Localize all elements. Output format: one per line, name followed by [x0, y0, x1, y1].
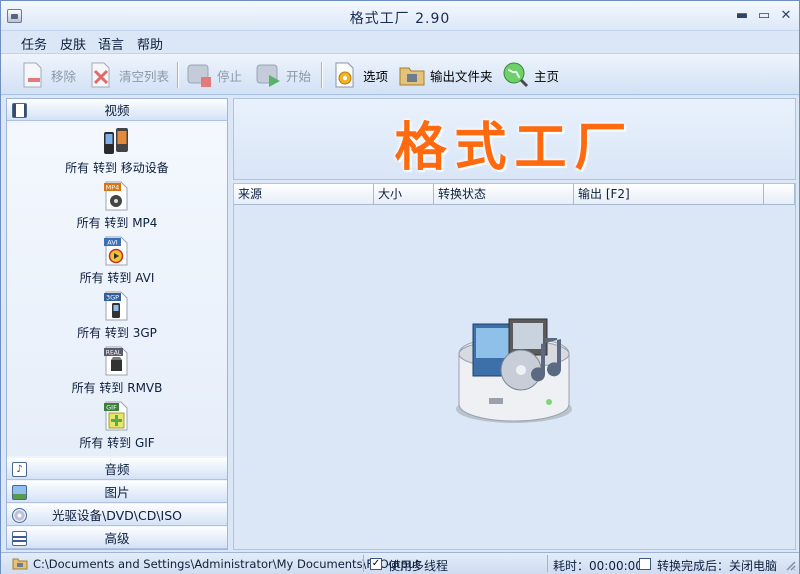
convert-to-avi[interactable]: AVI 所有 转到 AVI	[7, 233, 227, 288]
start-button[interactable]: 开始	[254, 59, 311, 91]
window-title: 格式工厂 2.90	[349, 11, 451, 27]
title-bar: 格式工厂 2.90 ▬ ▭ ✕	[1, 1, 799, 31]
category-video[interactable]: 视频	[7, 99, 227, 121]
stop-button[interactable]: 停止	[185, 59, 242, 91]
menu-skin[interactable]: 皮肤	[60, 34, 86, 53]
task-list[interactable]: 来源 大小 转换状态 输出 [F2]	[233, 183, 796, 550]
svg-text:3GP: 3GP	[106, 294, 119, 302]
convert-to-3gp[interactable]: 3GP 所有 转到 3GP	[7, 288, 227, 343]
menu-bar: 任务 皮肤 语言 帮助	[1, 31, 799, 53]
column-source[interactable]: 来源	[234, 184, 374, 205]
after-convert-checkbox[interactable]	[639, 558, 651, 570]
picture-icon	[12, 485, 27, 500]
svg-text:MP4: MP4	[106, 184, 120, 192]
category-audio[interactable]: ♪ 音频	[7, 458, 227, 480]
category-panel: 视频 所有 转到 移动设备 MP4 所有 转到 MP4 AVI 所有 转到 AV…	[6, 98, 228, 550]
column-status[interactable]: 转换状态	[434, 184, 574, 205]
status-bar: C:\Documents and Settings\Administrator\…	[1, 552, 799, 574]
resize-grip-icon[interactable]	[784, 559, 796, 571]
3gp-file-icon: 3GP	[104, 291, 128, 321]
menu-task[interactable]: 任务	[21, 34, 47, 53]
start-icon	[256, 64, 280, 87]
globe-magnifier-icon	[503, 62, 529, 88]
convert-to-mobile[interactable]: 所有 转到 移动设备	[7, 123, 227, 178]
film-icon	[12, 103, 27, 118]
music-note-icon: ♪	[12, 462, 27, 477]
column-size[interactable]: 大小	[374, 184, 434, 205]
gear-icon	[335, 62, 354, 88]
multithread-label: 使用多线程	[388, 559, 449, 573]
svg-text:GIF: GIF	[106, 404, 117, 412]
remove-file-icon	[23, 62, 42, 88]
avi-file-icon: AVI	[104, 236, 128, 266]
banner: 格式工厂	[233, 98, 796, 180]
stop-icon	[187, 64, 211, 87]
maximize-button[interactable]: ▭	[755, 7, 773, 25]
category-image[interactable]: 图片	[7, 481, 227, 503]
remove-button[interactable]: 移除	[19, 59, 76, 91]
convert-to-gif[interactable]: GIF 所有 转到 GIF	[7, 398, 227, 453]
home-button[interactable]: 主页	[502, 59, 559, 91]
clear-list-icon	[91, 62, 110, 88]
mobile-device-icon	[104, 128, 128, 154]
disc-icon	[12, 508, 27, 523]
advanced-icon	[12, 531, 27, 546]
output-folder-button[interactable]: 输出文件夹	[398, 59, 493, 91]
rmvb-file-icon: REAL	[104, 346, 128, 376]
elapsed-time: 耗时：00:00:00	[553, 559, 643, 573]
svg-text:AVI: AVI	[107, 239, 117, 247]
banner-title: 格式工厂	[394, 118, 635, 178]
toolbar: 移除 清空列表 停止 开始 选项 输出文件夹 主页	[1, 53, 799, 95]
clear-list-button[interactable]: 清空列表	[87, 59, 169, 91]
after-convert-label: 转换完成后：关闭电脑	[657, 559, 778, 573]
format-factory-logo-icon	[456, 318, 572, 423]
convert-to-mp4[interactable]: MP4 所有 转到 MP4	[7, 178, 227, 233]
column-output[interactable]: 输出 [F2]	[574, 184, 764, 205]
options-button[interactable]: 选项	[331, 59, 388, 91]
output-path[interactable]: C:\Documents and Settings\Administrator\…	[33, 557, 420, 571]
category-disc[interactable]: 光驱设备\DVD\CD\ISO	[7, 504, 227, 526]
folder-icon[interactable]	[12, 557, 28, 570]
convert-to-rmvb[interactable]: REAL 所有 转到 RMVB	[7, 343, 227, 398]
multithread-checkbox[interactable]: ✓	[370, 558, 382, 570]
app-window: 格式工厂 2.90 ▬ ▭ ✕ 任务 皮肤 语言 帮助 移除 清空列表 停止 开…	[0, 0, 800, 574]
video-format-list: 所有 转到 移动设备 MP4 所有 转到 MP4 AVI 所有 转到 AVI 3…	[7, 123, 227, 474]
menu-help[interactable]: 帮助	[137, 34, 163, 53]
minimize-button[interactable]: ▬	[733, 7, 751, 25]
gif-file-icon: GIF	[104, 401, 128, 431]
folder-icon	[399, 67, 425, 86]
menu-language[interactable]: 语言	[98, 34, 124, 53]
mp4-file-icon: MP4	[104, 181, 128, 211]
svg-text:REAL: REAL	[106, 350, 122, 357]
category-advanced[interactable]: 高级	[7, 527, 227, 549]
close-button[interactable]: ✕	[777, 7, 795, 25]
